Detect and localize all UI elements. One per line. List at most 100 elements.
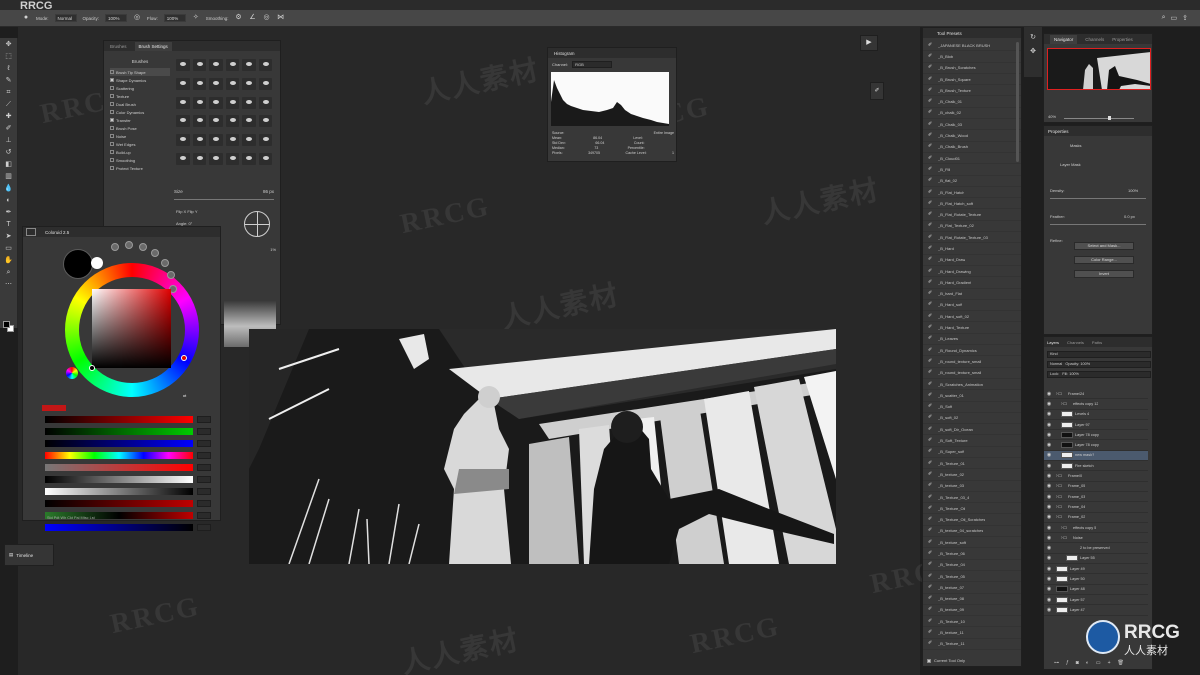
layer-name[interactable]: Layer 49 (1070, 567, 1085, 571)
brush-tip-thumbnail[interactable] (192, 153, 206, 166)
invert-button[interactable]: Invert (1074, 270, 1134, 278)
mix-slider[interactable] (45, 499, 217, 508)
preset-item[interactable]: ✐ _B_soft_Dir_Ocean (923, 424, 1021, 436)
gradient-tool-icon[interactable]: ▥ (4, 172, 14, 182)
brush-tip-thumbnail[interactable] (225, 59, 239, 71)
density-slider[interactable] (1050, 198, 1146, 199)
timeline-button[interactable]: ▤ Timeline (4, 544, 54, 566)
preset-item[interactable]: ✐ _B_Flat_Rotate_Texture_03 (923, 232, 1021, 244)
visibility-eye-icon[interactable]: ◉ (1046, 442, 1052, 448)
sv-picker-knob[interactable] (89, 365, 95, 371)
brush-setting-row[interactable]: Smoothing (110, 156, 170, 164)
preset-item[interactable]: ✐ _B_Hard_Texture (923, 322, 1021, 334)
blue-slider[interactable] (45, 439, 217, 448)
layer-group-folder-icon[interactable]: ›▭ (1061, 401, 1071, 407)
brightness-slider[interactable] (45, 475, 217, 484)
layer-mask-label[interactable]: Layer Mask (1060, 162, 1081, 167)
preset-item[interactable]: ✐ _B_Flat_Texture_02 (923, 221, 1021, 233)
symmetry-icon[interactable]: ⋈ (277, 14, 285, 22)
preset-item[interactable]: ✐ _B_Brush_Texture (923, 85, 1021, 97)
brush-tip-thumbnail[interactable] (176, 115, 190, 128)
brush-tip-thumbnail[interactable] (225, 153, 239, 166)
visibility-eye-icon[interactable]: ◉ (1046, 401, 1052, 407)
type-tool-icon[interactable]: T (4, 220, 14, 230)
layer-row[interactable]: ◉ ›▭ Frame_02 (1044, 513, 1148, 523)
layer-row[interactable]: ◉ 2 to be preserved (1044, 543, 1148, 554)
brush-tip-thumbnail[interactable] (192, 115, 206, 128)
size-control[interactable]: Size 86 px (174, 189, 274, 209)
lasso-tool-icon[interactable]: ℓ (4, 64, 14, 74)
layer-row[interactable]: ◉ Layer 78 copy (1044, 430, 1148, 441)
preset-item[interactable]: ✐ _B_Scratches_Animation (923, 379, 1021, 391)
preset-item[interactable]: ✐ _B_texture_09 (923, 605, 1021, 617)
preset-item[interactable]: ✐ _B_chalk_02 (923, 108, 1021, 120)
preset-item[interactable]: ✐ _B_Chalk_Brush (923, 142, 1021, 153)
preset-item[interactable]: ✐ _B_round_texture_small (923, 356, 1021, 368)
layer-group-folder-icon[interactable]: ›▭ (1056, 504, 1066, 510)
layer-row[interactable]: ◉ ›▭ effects copy 12 (1044, 399, 1148, 410)
brush-tip-thumbnail[interactable] (209, 153, 223, 166)
layer-name[interactable]: Layer 50 (1070, 577, 1085, 581)
mode-dot-icon[interactable] (151, 249, 159, 257)
layer-row[interactable]: ◉ Layer 50 (1044, 574, 1148, 585)
visibility-eye-icon[interactable]: ◉ (1046, 586, 1052, 592)
visibility-eye-icon[interactable]: ◉ (1046, 566, 1052, 572)
layer-group-folder-icon[interactable]: ›▭ (1056, 391, 1066, 397)
opacity-field[interactable]: 100% (105, 14, 128, 22)
shape-tool-icon[interactable]: ▭ (4, 244, 14, 254)
brush-tip-thumbnail[interactable] (192, 59, 206, 71)
healing-tool-icon[interactable]: ✚ (4, 112, 14, 122)
visibility-eye-icon[interactable]: ◉ (1046, 514, 1052, 520)
size-value[interactable]: 86 px (263, 189, 274, 194)
layer-name[interactable]: Frame_02 (1068, 515, 1085, 519)
brush-setting-checkbox[interactable] (110, 158, 114, 162)
preset-item[interactable]: ✐ _B_Texture_05 (923, 571, 1021, 583)
layer-group-folder-icon[interactable]: ›▭ (1061, 525, 1071, 531)
channel-select[interactable]: RGB (572, 61, 613, 68)
mode-dot-icon[interactable] (139, 243, 147, 251)
preset-item[interactable]: ✐ _B_texture_03 (923, 481, 1021, 492)
brush-dock-icon[interactable]: ✐ (870, 82, 884, 100)
tab-paths[interactable]: Paths (1092, 340, 1102, 345)
brush-tip-thumbnail[interactable] (258, 134, 272, 147)
layer-thumbnail[interactable] (1066, 555, 1078, 562)
brush-setting-checkbox[interactable] (110, 102, 114, 106)
preset-item[interactable]: ✐ _B_Texture_04 (923, 560, 1021, 571)
layer-name[interactable]: new mask? (1075, 453, 1094, 457)
tab-navigator[interactable]: Navigator (1050, 34, 1078, 44)
layer-row[interactable]: ◉ Layer 97 (1044, 420, 1148, 431)
brush-setting-checkbox[interactable] (110, 78, 114, 82)
marquee-tool-icon[interactable]: ⬚ (4, 52, 14, 62)
layer-name[interactable]: Layer 78 copy (1075, 443, 1099, 447)
brush-tip-thumbnail[interactable] (225, 96, 239, 109)
visibility-eye-icon[interactable]: ◉ (1046, 391, 1052, 397)
brush-setting-row[interactable]: Wet Edges (110, 140, 170, 148)
preset-item[interactable]: ✐ _B_Brush_Scratches (923, 63, 1021, 74)
layer-thumbnail[interactable] (1061, 411, 1073, 418)
blend-mode-select[interactable]: Normal Opacity: 100% (1047, 361, 1151, 368)
brush-setting-row[interactable]: Texture (110, 92, 170, 100)
preset-item[interactable]: ✐ _B_Brush_Square (923, 74, 1021, 86)
layer-row[interactable]: ◉ ›▭ effects copy 5 (1044, 523, 1148, 534)
crop-tool-icon[interactable]: ⌗ (4, 88, 14, 98)
visibility-eye-icon[interactable]: ◉ (1046, 463, 1052, 469)
layer-thumbnail[interactable] (1056, 575, 1068, 582)
density-value[interactable]: 100% (1128, 188, 1138, 193)
brush-setting-checkbox[interactable] (110, 142, 114, 146)
brush-setting-checkbox[interactable] (110, 110, 114, 114)
color-harmony-icon[interactable] (66, 367, 78, 379)
workspace-icon[interactable]: ▭ (1171, 14, 1178, 22)
brush-tip-thumbnail[interactable] (225, 115, 239, 128)
visibility-eye-icon[interactable]: ◉ (1046, 555, 1052, 561)
brush-tip-thumbnail[interactable] (209, 59, 223, 71)
preset-item[interactable]: ✐ _B_Hard (923, 243, 1021, 255)
histogram-title[interactable]: Histogram (554, 51, 575, 56)
layer-row[interactable]: ◉ ›▭ Noise (1044, 533, 1148, 544)
brush-setting-checkbox[interactable] (110, 150, 114, 154)
layer-thumbnail[interactable] (1056, 565, 1068, 572)
red-slider[interactable] (45, 415, 217, 424)
layer-group-folder-icon[interactable]: ›▭ (1061, 535, 1071, 541)
preset-item[interactable]: ✐ _B_texture_11 (923, 627, 1021, 639)
brush-setting-row[interactable]: Color Dynamics (110, 108, 170, 116)
brush-setting-row[interactable]: Build-up (110, 148, 170, 156)
